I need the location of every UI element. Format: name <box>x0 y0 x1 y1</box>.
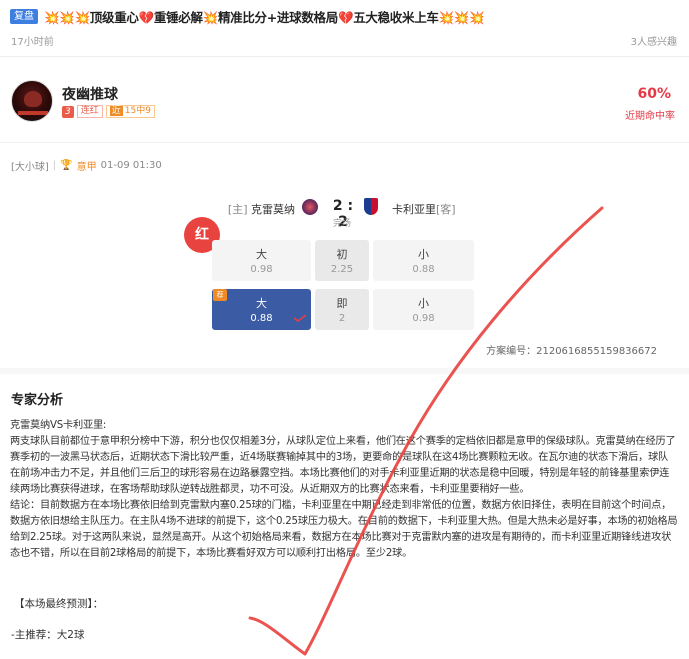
interest-count: 3人感兴趣 <box>630 37 677 48</box>
title-segment: 重锤必解 <box>153 9 203 25</box>
expert-avatar[interactable] <box>11 80 53 122</box>
hit-rate-label: 近期命中率 <box>625 111 675 122</box>
final-prediction-label: 【本场最终预测】： <box>14 598 104 610</box>
live-under-cell: 小 0.98 <box>373 289 474 330</box>
match-datetime: 01-09 01:30 <box>100 160 162 171</box>
away-team-name: 卡利亚里 <box>392 203 436 216</box>
away-team-logo-icon <box>364 198 378 215</box>
home-team-name: 克雷莫纳 <box>251 203 295 216</box>
post-time: 17小时前 <box>11 37 54 48</box>
title-segment: 💥💥💥 <box>44 9 90 25</box>
title-segment: 五大稳收米上车 <box>353 9 439 25</box>
cell-label: 即 <box>336 297 348 310</box>
level-badge: 3 <box>62 105 74 118</box>
plan-number: 方案编号：2120616855159836672 <box>486 342 657 357</box>
title-segment: 💔 <box>138 9 155 25</box>
avatar-banner-graphic <box>18 111 48 115</box>
hit-badge: 近 15中9 <box>105 105 155 118</box>
live-line-cell: 即 2 <box>315 289 369 330</box>
analysis-paragraph: 结论：目前数据方在本场比赛依旧给到克雷默内塞0.25球的门槛，卡利亚里在中期已经… <box>10 500 678 559</box>
main-recommendation: -主推荐：大2球 <box>11 629 85 641</box>
divider <box>0 56 689 57</box>
cell-value: 2 <box>338 313 346 324</box>
cell-label: 小 <box>418 248 429 261</box>
plan-number-value: 2120616855159836672 <box>536 346 657 357</box>
hit-icon: 近 <box>109 106 123 116</box>
cell-value: 0.98 <box>412 313 435 324</box>
match-meta: [大小球] | 🏆 意甲 01-09 01:30 <box>11 158 162 173</box>
initial-line-cell: 初 2.25 <box>315 240 369 281</box>
home-team-logo-icon <box>302 199 318 215</box>
analysis-body: 克雷莫纳VS卡利亚里: 两支球队目前都位于意甲积分榜中下游，积分也仅仅相差3分，… <box>10 418 678 562</box>
recommend-tag: 荐 <box>213 289 227 301</box>
title-segment: 精准比分+进球数格局 <box>217 9 338 25</box>
home-side-label: [主] <box>227 203 248 216</box>
hit-record: 15中9 <box>124 106 151 116</box>
trophy-icon: 🏆 <box>60 160 73 171</box>
initial-over-cell: 大 0.98 <box>212 240 311 281</box>
check-icon <box>293 314 307 322</box>
analysis-paragraph: 克雷莫纳VS卡利亚里: <box>10 420 107 431</box>
home-team: [主] 克雷莫纳 <box>228 201 295 217</box>
section-divider <box>0 368 689 374</box>
analysis-paragraph: 两支球队目前都位于意甲积分榜中下游，积分也仅仅相差3分，从球队定位上来看，他们在… <box>10 436 676 495</box>
expert-name[interactable]: 夜幽推球 <box>62 84 118 104</box>
cell-label: 小 <box>418 297 429 310</box>
divider <box>0 142 689 143</box>
review-tag: 复盘 <box>10 8 38 24</box>
away-team: 卡利亚里[客] <box>392 201 456 217</box>
league-name: 意甲 <box>76 162 97 173</box>
away-side-label: [客] <box>436 203 456 216</box>
cell-value: 0.88 <box>412 264 435 275</box>
match-status: 完场 <box>333 219 352 229</box>
bet-type: [大小球] <box>11 162 49 173</box>
cell-value: 0.98 <box>250 264 273 275</box>
hit-rate: 60% <box>637 86 671 102</box>
expert-badges: 3 连红 近 15中9 <box>62 105 155 118</box>
avatar-skull-graphic <box>24 91 42 107</box>
initial-under-cell: 小 0.88 <box>373 240 474 281</box>
streak-badge: 连红 <box>76 105 103 118</box>
cell-value: 2.25 <box>330 264 354 275</box>
post-title: 💥💥💥顶级重心💔重锤必解💥精准比分+进球数格局💔五大稳收米上车💥💥💥 <box>44 7 485 26</box>
analysis-title: 专家分析 <box>11 393 64 408</box>
plan-number-label: 方案编号： <box>486 346 537 357</box>
post-title-row: 复盘 💥💥💥顶级重心💔重锤必解💥精准比分+进球数格局💔五大稳收米上车💥💥💥 <box>10 6 682 26</box>
separator: | <box>52 160 57 171</box>
title-segment: 💔 <box>337 9 354 25</box>
title-segment: 💥💥💥 <box>438 9 485 25</box>
cell-label: 初 <box>336 248 348 261</box>
title-segment: 💥 <box>202 9 219 25</box>
title-segment: 顶级重心 <box>89 9 139 25</box>
cell-label: 大 <box>256 248 267 261</box>
